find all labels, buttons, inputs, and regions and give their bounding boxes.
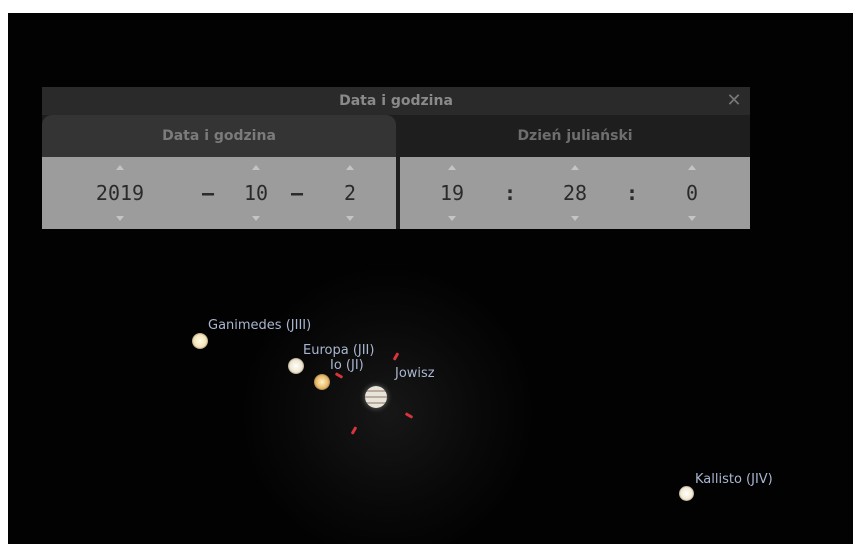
month-down-icon[interactable] [252, 216, 260, 221]
planet-glow [238, 263, 538, 544]
day-down-icon[interactable] [346, 216, 354, 221]
year-value[interactable]: 2019 [90, 181, 150, 205]
date-separator: – [290, 181, 304, 205]
kallisto-label: Kallisto (JIV) [695, 472, 773, 487]
time-spinner-row: 19 : 28 : 0 [400, 157, 750, 229]
jowisz-planet[interactable] [365, 386, 387, 408]
ganimedes-moon[interactable] [192, 333, 208, 349]
tab-date-time[interactable]: Data i godzina [42, 115, 396, 157]
minute-up-icon[interactable] [571, 165, 579, 170]
second-value[interactable]: 0 [662, 181, 722, 205]
date-spinner-row: 2019 – 10 – 2 [42, 157, 396, 229]
io-label: Io (JI) [330, 358, 364, 373]
tab-julian-day[interactable]: Dzień juliański [400, 115, 750, 157]
hour-up-icon[interactable] [448, 165, 456, 170]
day-up-icon[interactable] [346, 165, 354, 170]
date-time-dialog: Data i godzina ✕ Data i godzina Dzień ju… [42, 87, 750, 229]
europa-label: Europa (JII) [303, 343, 375, 358]
day-spinner[interactable]: 2 [320, 157, 380, 229]
year-up-icon[interactable] [116, 165, 124, 170]
date-separator: – [201, 181, 215, 205]
minute-down-icon[interactable] [571, 216, 579, 221]
month-value[interactable]: 10 [226, 181, 286, 205]
kallisto-moon[interactable] [679, 486, 694, 501]
month-up-icon[interactable] [252, 165, 260, 170]
minute-value[interactable]: 28 [545, 181, 605, 205]
year-spinner[interactable]: 2019 [90, 157, 150, 229]
hour-spinner[interactable]: 19 [422, 157, 482, 229]
dialog-title[interactable]: Data i godzina [42, 87, 750, 115]
time-separator: : [625, 181, 639, 205]
day-value[interactable]: 2 [320, 181, 380, 205]
second-up-icon[interactable] [688, 165, 696, 170]
europa-moon[interactable] [288, 358, 304, 374]
minute-spinner[interactable]: 28 [545, 157, 605, 229]
hour-down-icon[interactable] [448, 216, 456, 221]
month-spinner[interactable]: 10 [226, 157, 286, 229]
ganimedes-label: Ganimedes (JIII) [208, 318, 312, 333]
second-down-icon[interactable] [688, 216, 696, 221]
jowisz-label: Jowisz [395, 366, 435, 381]
hour-value[interactable]: 19 [422, 181, 482, 205]
time-separator: : [503, 181, 517, 205]
second-spinner[interactable]: 0 [662, 157, 722, 229]
io-moon[interactable] [314, 374, 330, 390]
year-down-icon[interactable] [116, 216, 124, 221]
close-icon[interactable]: ✕ [724, 91, 744, 111]
